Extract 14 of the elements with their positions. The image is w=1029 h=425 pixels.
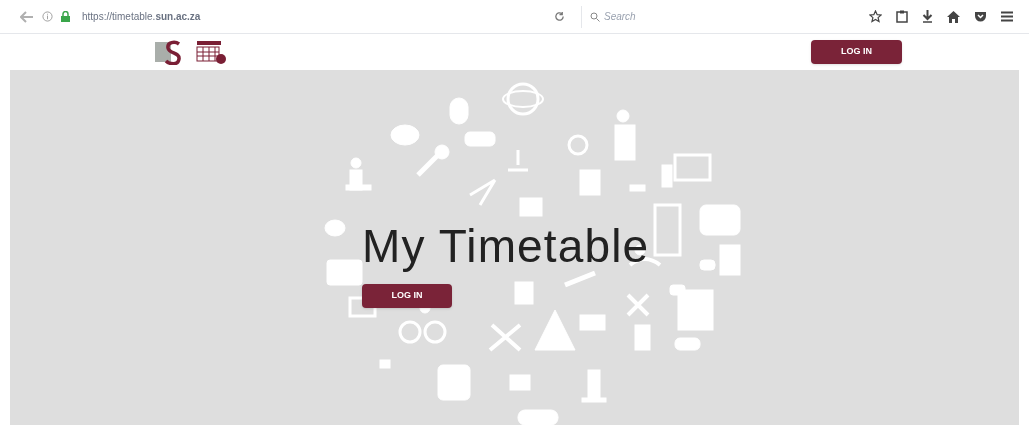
pocket-icon[interactable] (974, 10, 987, 23)
hero-title: My Timetable (362, 220, 650, 272)
login-button[interactable]: LOG IN (362, 284, 452, 308)
reload-icon[interactable] (554, 11, 565, 22)
clipboard-icon[interactable] (896, 10, 908, 23)
search-field[interactable]: Search (604, 9, 774, 24)
search-icon (590, 11, 600, 22)
menu-icon[interactable] (1001, 11, 1013, 22)
url-text[interactable]: https://timetable.sun.ac.za (82, 9, 201, 24)
star-icon[interactable] (869, 10, 882, 23)
lock-icon (61, 11, 70, 22)
download-icon[interactable] (922, 10, 933, 23)
login-button[interactable]: LOG IN (811, 40, 902, 64)
home-icon[interactable] (947, 10, 960, 23)
